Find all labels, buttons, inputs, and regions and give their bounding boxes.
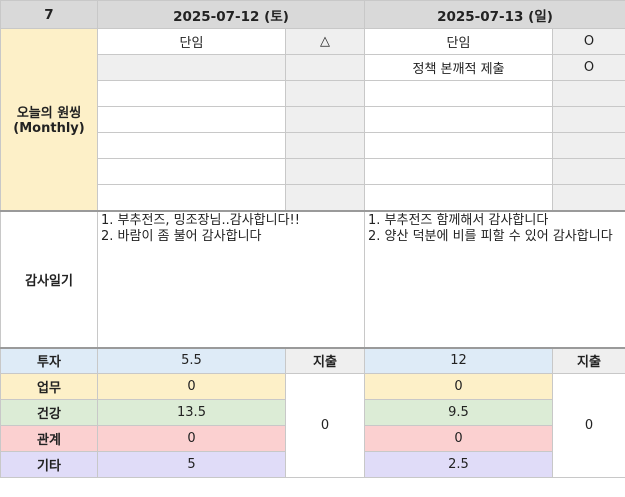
day2-gratitude-cell[interactable]: 1. 부추전즈 함께해서 감사합니다 2. 양산 덕분에 비를 피할 수 있어 … xyxy=(364,209,625,348)
gratitude-label: 감사일기 xyxy=(0,209,98,348)
header-row: 7 2025-07-12 (토) 2025-07-13 (일) xyxy=(0,0,625,29)
day1-stat-value[interactable]: 13.5 xyxy=(97,399,286,426)
gratitude-row: 감사일기 1. 부추전즈, 밍조장님..감사합니다!! 2. 바람이 좀 불어 … xyxy=(0,209,625,348)
day1-status-cell[interactable]: △ xyxy=(285,28,365,55)
gratitude-line: 1. 부추전즈, 밍조장님..감사합니다!! xyxy=(101,212,300,228)
monthly-row: 오늘의 원씽 (Monthly) 단임 △ 단임 O xyxy=(0,28,625,211)
monthly-label-line2: (Monthly) xyxy=(13,121,85,137)
day1-task-cell[interactable] xyxy=(97,106,286,133)
day2-stat-value[interactable]: 0 xyxy=(364,425,553,452)
week-number: 7 xyxy=(0,0,98,29)
stat-label: 관계 xyxy=(0,425,98,452)
day1-expense-value[interactable]: 0 xyxy=(285,373,365,478)
day1-date: 2025-07-12 (토) xyxy=(97,0,365,29)
day2-task-cell[interactable] xyxy=(364,158,553,185)
day1-status-cell[interactable] xyxy=(285,80,365,107)
day1-task-cell[interactable] xyxy=(97,184,286,211)
day2-expense-header: 지출 xyxy=(552,346,625,374)
stat-label: 투자 xyxy=(0,346,98,374)
day2-stat-value[interactable]: 0 xyxy=(364,373,553,400)
day1-task-cell[interactable] xyxy=(97,54,286,81)
day1-task-cell[interactable]: 단임 xyxy=(97,28,286,55)
day1-status-cell[interactable] xyxy=(285,106,365,133)
day2-date: 2025-07-13 (일) xyxy=(364,0,625,29)
day2-task-cell[interactable] xyxy=(364,80,553,107)
day2-task-cell[interactable] xyxy=(364,106,553,133)
day2-status-cell[interactable] xyxy=(552,132,625,159)
day2-stat-value[interactable]: 2.5 xyxy=(364,451,553,478)
day2-status-cell[interactable]: O xyxy=(552,28,625,55)
day2-stat-value[interactable]: 9.5 xyxy=(364,399,553,426)
gratitude-line: 1. 부추전즈 함께해서 감사합니다 xyxy=(368,212,549,228)
stat-label: 건강 xyxy=(0,399,98,426)
day1-stat-value[interactable]: 0 xyxy=(97,425,286,452)
gratitude-line: 2. 양산 덕분에 비를 피할 수 있어 감사합니다 xyxy=(368,228,613,244)
stat-label: 기타 xyxy=(0,451,98,478)
day2-task-cell[interactable] xyxy=(364,132,553,159)
day2-task-cell[interactable]: 단임 xyxy=(364,28,553,55)
day1-expense-header: 지출 xyxy=(285,346,365,374)
day2-status-cell[interactable] xyxy=(552,184,625,211)
day1-task-cell[interactable] xyxy=(97,80,286,107)
day1-status-cell[interactable] xyxy=(285,54,365,81)
day1-stat-value[interactable]: 5.5 xyxy=(97,346,286,374)
day1-status-cell[interactable] xyxy=(285,158,365,185)
day2-status-cell[interactable] xyxy=(552,158,625,185)
day1-task-cell[interactable] xyxy=(97,158,286,185)
day1-stat-value[interactable]: 5 xyxy=(97,451,286,478)
planner-table: 7 2025-07-12 (토) 2025-07-13 (일) 오늘의 원씽 (… xyxy=(0,0,625,478)
day2-status-cell[interactable] xyxy=(552,106,625,133)
day1-status-cell[interactable] xyxy=(285,184,365,211)
day2-status-cell[interactable]: O xyxy=(552,54,625,81)
stat-label: 업무 xyxy=(0,373,98,400)
day2-status-cell[interactable] xyxy=(552,80,625,107)
day1-task-cell[interactable] xyxy=(97,132,286,159)
day1-gratitude-cell[interactable]: 1. 부추전즈, 밍조장님..감사합니다!! 2. 바람이 좀 불어 감사합니다 xyxy=(97,209,365,348)
day1-stat-value[interactable]: 0 xyxy=(97,373,286,400)
stat-row-work: 업무 0 0 0 0 xyxy=(0,373,625,478)
day2-expense-value[interactable]: 0 xyxy=(552,373,625,478)
monthly-label-line1: 오늘의 원씽 xyxy=(16,106,82,122)
gratitude-line: 2. 바람이 좀 불어 감사합니다 xyxy=(101,228,262,244)
day1-status-cell[interactable] xyxy=(285,132,365,159)
day2-stat-value[interactable]: 12 xyxy=(364,346,553,374)
day2-task-cell[interactable]: 정책 본깨적 제출 xyxy=(364,54,553,81)
stat-row-invest: 투자 5.5 지출 12 지출 xyxy=(0,346,625,374)
monthly-label: 오늘의 원씽 (Monthly) xyxy=(0,28,98,211)
day2-task-cell[interactable] xyxy=(364,184,553,211)
